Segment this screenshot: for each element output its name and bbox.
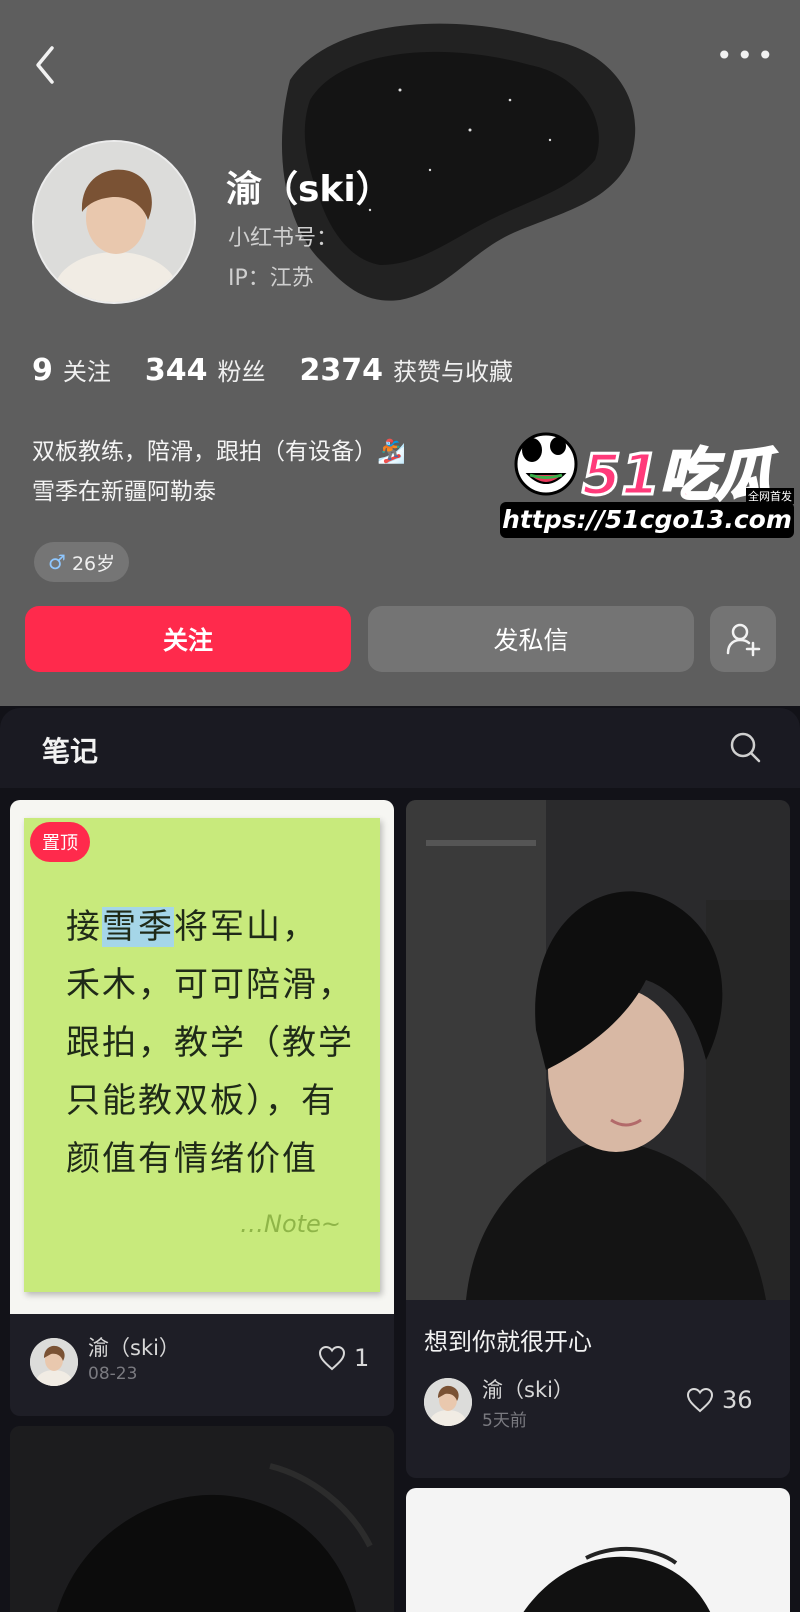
stat-label: 获赞与收藏 xyxy=(393,358,513,386)
bio-line: 雪季在新疆阿勒泰 xyxy=(32,479,216,505)
follow-button[interactable]: 关注 xyxy=(25,606,351,672)
sticky-line: 禾木，可可陪滑， xyxy=(66,965,354,1005)
avatar-photo xyxy=(34,142,194,302)
sticky-line: 将军山， xyxy=(174,907,318,947)
stat-followers[interactable]: 344 粉丝 xyxy=(145,352,266,388)
like-button[interactable]: 1 xyxy=(318,1344,369,1372)
note-cover-photo xyxy=(406,1488,790,1612)
stat-following[interactable]: 9 关注 xyxy=(32,352,111,388)
like-count: 1 xyxy=(354,1344,370,1372)
stat-number: 2374 xyxy=(299,353,384,388)
author-name: 渝（ski） xyxy=(482,1378,574,1402)
search-button[interactable] xyxy=(726,728,766,768)
add-user-icon xyxy=(726,623,761,657)
note-card[interactable]: 想到你就很开心 渝（ski） 5天前 36 xyxy=(406,800,790,1478)
sticky-highlight: 雪季 xyxy=(102,907,174,947)
author-avatar xyxy=(424,1378,472,1426)
like-count: 36 xyxy=(722,1386,753,1414)
author-avatar xyxy=(30,1338,78,1386)
like-button[interactable]: 36 xyxy=(686,1386,753,1414)
stat-label: 粉丝 xyxy=(217,358,266,386)
bio: 双板教练，陪滑，跟拍（有设备）🏂 雪季在新疆阿勒泰 xyxy=(32,432,406,512)
sticky-note-image: 接雪季将军山， 禾木，可可陪滑， 跟拍，教学（教学 只能教双板），有 颜值有情绪… xyxy=(24,818,380,1292)
male-icon: ♂ xyxy=(48,550,66,574)
watermark-url: https://51cgo13.com xyxy=(500,502,794,538)
sticky-line: 跟拍，教学（教学 xyxy=(66,1023,354,1063)
author-name: 渝（ski） xyxy=(88,1336,180,1360)
author-avatar-photo xyxy=(30,1338,78,1386)
age-tag: ♂ 26岁 xyxy=(34,542,130,582)
note-card[interactable]: 接雪季将军山， 禾木，可可陪滑， 跟拍，教学（教学 只能教双板），有 颜值有情绪… xyxy=(10,800,394,1416)
note-cover-photo xyxy=(406,800,790,1300)
sticky-line: 颜值有情绪价值 xyxy=(66,1139,318,1179)
profile-header: ••• 渝（ski） 小红书号： IP：江苏 9 关注 344 粉丝 2374 … xyxy=(0,0,800,706)
bio-line: 双板教练，陪滑，跟拍（有设备）🏂 xyxy=(32,439,406,465)
note-card[interactable] xyxy=(10,1426,394,1612)
more-button[interactable]: ••• xyxy=(716,42,776,76)
note-card[interactable] xyxy=(406,1488,790,1612)
back-button[interactable] xyxy=(28,40,68,90)
stat-likes-collects[interactable]: 2374 获赞与收藏 xyxy=(300,352,514,388)
user-name: 渝（ski） xyxy=(226,169,392,210)
heart-icon xyxy=(686,1387,714,1413)
pinned-badge: 置顶 xyxy=(30,822,90,862)
more-dots-icon: ••• xyxy=(716,39,778,72)
post-time: 5天前 xyxy=(482,1411,527,1431)
stat-number: 344 xyxy=(144,353,208,388)
note-title: 想到你就很开心 xyxy=(424,1328,592,1356)
card-meta: 渝（ski） 08-23 1 xyxy=(10,1314,394,1416)
sticky-line: 接 xyxy=(66,907,102,947)
avatar[interactable] xyxy=(32,140,196,304)
search-icon xyxy=(730,732,761,763)
stat-label: 关注 xyxy=(62,358,111,386)
post-time: 08-23 xyxy=(88,1364,138,1384)
tab-notes[interactable]: 笔记 xyxy=(42,730,98,770)
ip-location: IP：江苏 xyxy=(228,266,314,291)
age-label: 26岁 xyxy=(71,552,116,575)
back-arrow-icon xyxy=(36,46,54,84)
add-friend-button[interactable] xyxy=(710,606,776,672)
profile-stats: 9 关注 344 粉丝 2374 获赞与收藏 xyxy=(32,352,547,388)
author-avatar-photo xyxy=(424,1378,472,1426)
cow-mascot-icon xyxy=(514,432,578,496)
message-button[interactable]: 发私信 xyxy=(368,606,694,672)
card-meta: 渝（ski） 5天前 36 xyxy=(406,1370,790,1478)
sticky-line: 只能教双板），有 xyxy=(66,1081,337,1121)
note-cover: 接雪季将军山， 禾木，可可陪滑， 跟拍，教学（教学 只能教双板），有 颜值有情绪… xyxy=(10,800,394,1314)
red-id-label: 小红书号： xyxy=(228,226,339,251)
sticky-signature: …Note~ xyxy=(240,1210,341,1238)
sticky-note-text: 接雪季将军山， 禾木，可可陪滑， 跟拍，教学（教学 只能教双板），有 颜值有情绪… xyxy=(66,898,366,1188)
stat-number: 9 xyxy=(32,353,53,388)
watermark-brand: 51吃瓜 xyxy=(581,442,774,510)
heart-icon xyxy=(318,1345,346,1371)
note-cover-photo xyxy=(10,1426,394,1612)
notes-tab-bar: 笔记 xyxy=(0,708,800,788)
notes-section: 笔记 接雪季将军山， 禾木，可可陪滑， 跟拍，教学（教学 只能教双板），有 颜值… xyxy=(0,708,800,1612)
watermark: 51吃瓜 全网首发 https://51cgo13.com xyxy=(500,420,794,540)
